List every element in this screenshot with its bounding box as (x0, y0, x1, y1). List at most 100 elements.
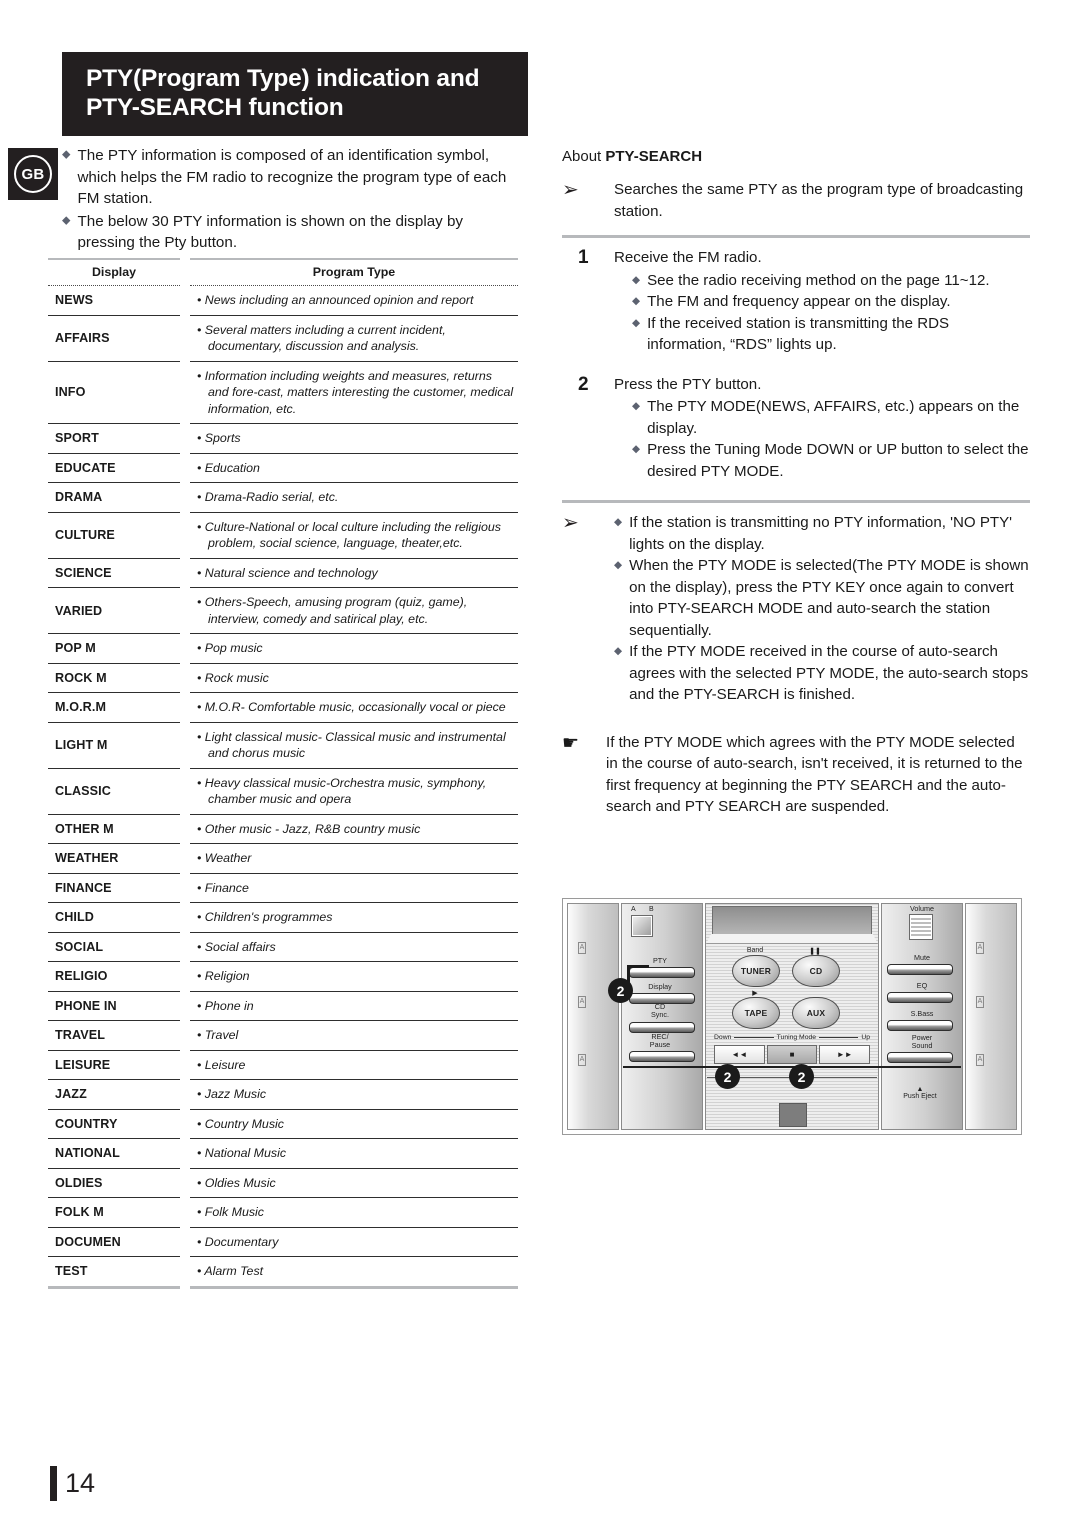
table-cell-program-type: • Several matters including a current in… (190, 316, 518, 362)
table-cell-display: POP M (48, 634, 180, 664)
display-code: TEST (55, 1264, 88, 1279)
skip-forward-button[interactable]: ►► (819, 1045, 871, 1064)
power-sound-button[interactable] (887, 1052, 953, 1063)
skip-back-button[interactable]: ◄◄ (714, 1045, 765, 1064)
tuner-button[interactable]: TUNER (732, 955, 780, 987)
table-cell-display: DOCUMEN (48, 1228, 180, 1257)
callout-badge-2: 2 (789, 1064, 814, 1089)
s-bass-button-label: S.Bass (910, 1009, 934, 1018)
about-notes-list: ◆ If the station is transmitting no PTY … (614, 512, 1030, 706)
program-type-description: • Alarm Test (197, 1264, 264, 1278)
tape-button[interactable]: TAPE (732, 997, 780, 1029)
headphone-jack[interactable] (631, 915, 653, 937)
table-row: EDUCATE • Education (48, 454, 518, 483)
step-1-bullet: ◆ If the received station is transmittin… (614, 313, 1030, 356)
display-code: SOCIAL (55, 939, 104, 954)
column-gap (180, 286, 190, 316)
rec-pause-button[interactable] (629, 1051, 695, 1062)
program-type-description: • Weather (197, 851, 252, 865)
device-body: A A A A A A A B PTY Display CD Sync. REC… (567, 903, 1017, 1130)
table-cell-program-type: • Children's programmes (190, 903, 518, 933)
hand-note-text: If the PTY MODE which agrees with the PT… (606, 733, 1023, 816)
diamond-bullet-icon: ◆ (632, 295, 641, 307)
device-illustration: A A A A A A A B PTY Display CD Sync. REC… (562, 898, 1022, 1135)
page-title-line-1: PTY(Program Type) indication and (86, 65, 480, 92)
table-body: NEWS • News including an announced opinio… (48, 286, 518, 1289)
table-cell-display: CULTURE (48, 513, 180, 559)
program-type-description: • Education (197, 460, 260, 475)
volume-knob[interactable] (909, 914, 933, 940)
table-header-display: Display (48, 258, 180, 286)
table-cell-display: OLDIES (48, 1169, 180, 1198)
display-code: JAZZ (55, 1087, 87, 1102)
table-row: COUNTRY • Country Music (48, 1110, 518, 1139)
stop-button[interactable]: ■ (766, 1045, 818, 1064)
pty-button[interactable] (629, 967, 695, 978)
aux-button[interactable]: AUX (792, 997, 840, 1029)
display-code: CULTURE (55, 528, 115, 542)
table-row: OTHER M • Other music - Jazz, R&B country… (48, 815, 518, 844)
intro-bullet-text: The below 30 PTY information is shown on… (77, 212, 463, 252)
table-cell-program-type: • Sports (190, 424, 518, 454)
display-code: SPORT (55, 431, 99, 446)
table-cell-display: TEST (48, 1257, 180, 1289)
table-cell-display: SCIENCE (48, 559, 180, 588)
about-summary-text: Searches the same PTY as the program typ… (614, 181, 1024, 220)
table-cell-program-type: • Country Music (190, 1110, 518, 1139)
page-number: 14 (65, 1468, 96, 1498)
step-2-bullet: ◆ The PTY MODE(NEWS, AFFAIRS, etc.) appe… (614, 396, 1030, 439)
table-cell-program-type: • Natural science and technology (190, 559, 518, 588)
about-heading-prefix: About (562, 148, 606, 165)
display-code: EDUCATE (55, 460, 116, 475)
table-row: CLASSIC • Heavy classical music-Orchestra… (48, 769, 518, 815)
step-1-bullet: ◆ The FM and frequency appear on the dis… (614, 291, 1030, 313)
cd-button[interactable]: CD (792, 955, 840, 987)
table-row: WEATHER • Weather (48, 844, 518, 874)
table-row: SCIENCE • Natural science and technology (48, 559, 518, 589)
volume-label: Volume (910, 904, 934, 913)
eq-button[interactable] (887, 992, 953, 1003)
speaker-vent-icon: A (976, 996, 984, 1008)
cassette-slot[interactable] (779, 1103, 807, 1127)
column-gap (180, 588, 190, 634)
table-row: DRAMA • Drama-Radio serial, etc. (48, 483, 518, 513)
push-eject-text: Push Eject (903, 1093, 937, 1100)
column-gap (180, 1198, 190, 1228)
program-type-description: • Natural science and technology (197, 565, 378, 580)
table-cell-display: PHONE IN (48, 992, 180, 1021)
mute-button[interactable] (887, 964, 953, 975)
eq-button-label: EQ (916, 981, 928, 990)
program-type-description: • Heavy classical music-Orchestra music,… (197, 775, 487, 807)
column-gap (180, 693, 190, 723)
step-1-bullet-text: See the radio receiving method on the pa… (647, 271, 990, 289)
program-type-description: • Travel (197, 1028, 239, 1042)
table-cell-display: SOCIAL (48, 933, 180, 962)
program-type-description: • Oldies Music (197, 1175, 276, 1190)
table-cell-display: JAZZ (48, 1080, 180, 1110)
page-title: PTY(Program Type) indication and PTY-SEA… (62, 52, 528, 136)
table-row: INFO • Information including weights and … (48, 362, 518, 424)
diamond-bullet-icon: ◆ (614, 559, 623, 571)
table-row: TEST • Alarm Test (48, 1257, 518, 1289)
push-eject-label: ▲ Push Eject (894, 1086, 946, 1100)
table-cell-display: CHILD (48, 903, 180, 933)
display-code: LIGHT M (55, 738, 108, 752)
table-row: VARIED • Others-Speech, amusing program (… (48, 588, 518, 634)
table-cell-program-type: • Phone in (190, 992, 518, 1021)
column-gap (180, 559, 190, 589)
eject-icon: ▲ (916, 1086, 924, 1093)
display-code: PHONE IN (55, 998, 117, 1013)
column-gap (180, 424, 190, 454)
table-cell-program-type: • Documentary (190, 1228, 518, 1257)
s-bass-button[interactable] (887, 1020, 953, 1031)
program-type-description: • Several matters including a current in… (197, 322, 446, 354)
display-code: RELIGIO (55, 969, 108, 984)
callout-leader-line (627, 965, 649, 968)
step-2-number: 2 (578, 373, 589, 395)
column-gap (180, 933, 190, 963)
table-cell-program-type: • Oldies Music (190, 1169, 518, 1198)
table-cell-program-type: • Light classical music- Classical music… (190, 723, 518, 769)
display-code: LEISURE (55, 1057, 111, 1072)
column-gap (180, 258, 190, 286)
table-row: ROCK M • Rock music (48, 664, 518, 693)
